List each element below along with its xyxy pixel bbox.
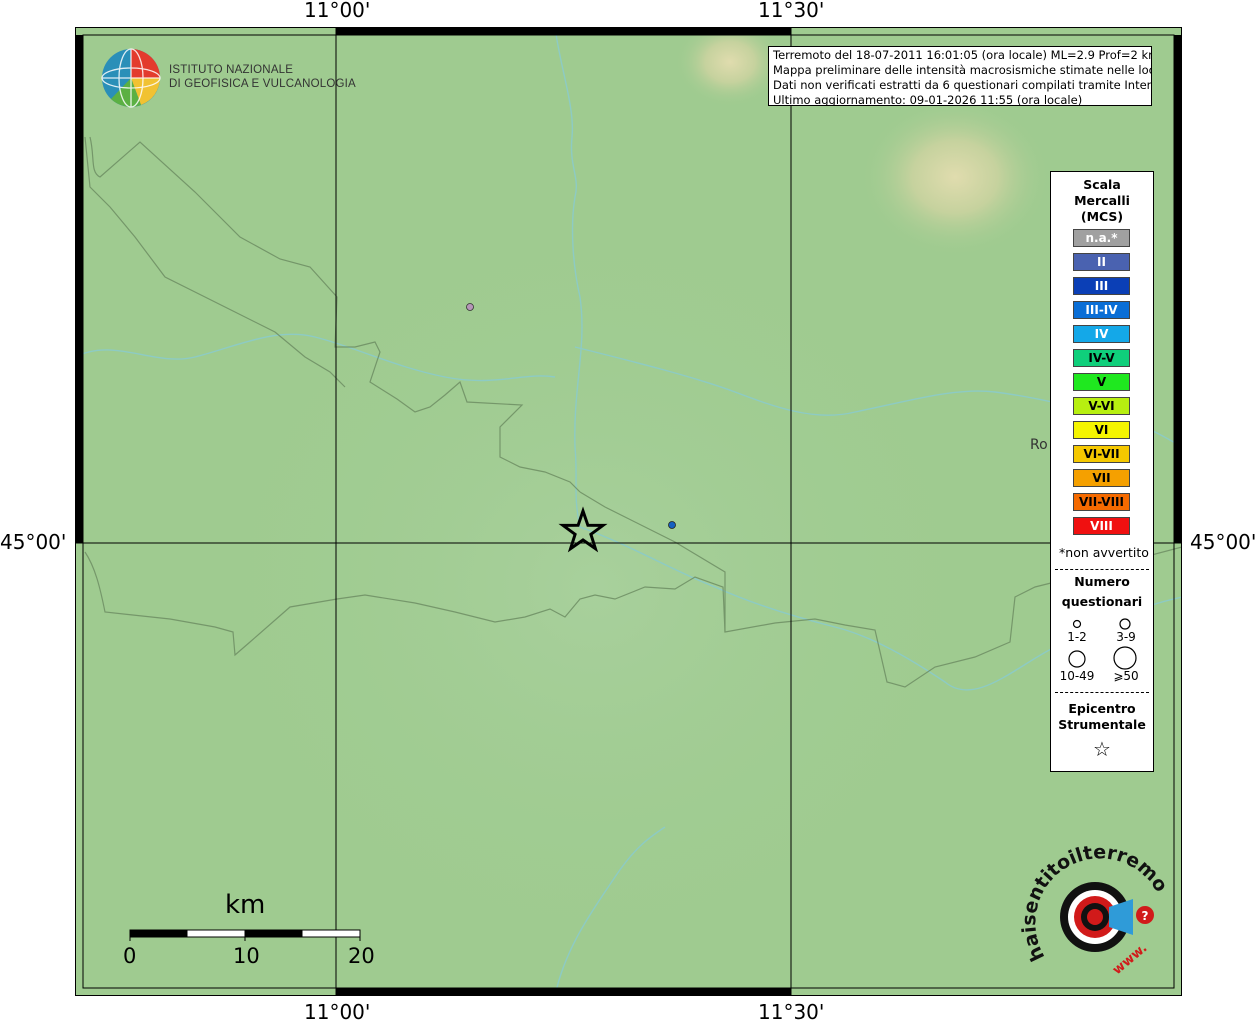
bottom-tick-label-1100: 11°00' [304, 1000, 371, 1024]
legend-title: Scala Mercalli (MCS) [1051, 177, 1153, 225]
event-info-line1: Terremoto del 18-07-2011 16:01:05 (ora l… [773, 48, 1152, 62]
frame-bar-bottom [336, 988, 791, 996]
legend-epicenter-title1: Epicentro [1068, 701, 1136, 716]
intensity-point-iii-iv[interactable] [668, 521, 676, 529]
event-info-line4: Ultimo aggiornamento: 09-01-2026 11:55 (… [773, 93, 1083, 106]
legend-swatch-iii-iv: III-IV [1073, 301, 1130, 319]
right-tick-label-4500: 45°00' [1190, 530, 1255, 554]
intensity-legend: Scala Mercalli (MCS) n.a.* II III III-IV IV I… [1050, 171, 1154, 772]
count-symbol-xlarge-icon [1113, 646, 1137, 670]
legend-count-label-50: ⩾50 [1113, 669, 1139, 683]
scale-bar-label-10: 10 [233, 944, 260, 968]
count-symbol-medium-icon [1119, 618, 1131, 630]
ingv-logo-line2: DI GEOFISICA E VULCANOLOGIA [169, 78, 356, 90]
legend-swatch-vii: VII [1073, 469, 1130, 487]
legend-epicenter-star-icon: ☆ [1093, 737, 1111, 761]
legend-separator-1 [1055, 569, 1149, 570]
bottom-tick-label-1130: 11°30' [758, 1000, 825, 1024]
legend-swatch-vii-viii: VII-VIII [1073, 493, 1130, 511]
frame-bar-right [1174, 35, 1182, 543]
scale-bar-label-0: 0 [123, 944, 137, 968]
scale-bar-label-20: 20 [348, 944, 375, 968]
legend-swatch-iv-v: IV-V [1073, 349, 1130, 367]
svg-text:?: ? [1142, 909, 1149, 923]
place-label: Ro [1030, 437, 1048, 453]
legend-count-title2: questionari [1061, 594, 1143, 609]
legend-swatch-v-vi: V-VI [1073, 397, 1130, 415]
ingv-logo-text: ISTITUTO NAZIONALE DI GEOFISICA E VULCAN… [169, 63, 356, 91]
legend-swatch-v: V [1073, 373, 1130, 391]
legend-not-felt-note: *non avvertito [1059, 545, 1149, 560]
legend-swatch-iv: IV [1073, 325, 1130, 343]
intensity-point-na[interactable] [466, 303, 474, 311]
count-symbol-large-icon [1068, 650, 1086, 668]
frame-bar-left [75, 35, 83, 543]
frame-bar-top [336, 27, 791, 35]
scale-bar-unit: km [225, 890, 266, 920]
event-info-box: Terremoto del 18-07-2011 16:01:05 (ora l… [768, 46, 1152, 106]
legend-epicenter-title2: Strumentale [1058, 717, 1146, 732]
legend-title-line2: Mercalli [1074, 193, 1130, 208]
count-symbol-small-icon [1072, 619, 1082, 629]
top-tick-label-1100: 11°00' [304, 0, 371, 22]
legend-title-line3: (MCS) [1080, 209, 1124, 224]
legend-count-title1: Numero [1074, 574, 1130, 589]
legend-title-line1: Scala [1083, 177, 1121, 192]
event-info-line3: Dati non verificati estratti da 6 questi… [773, 78, 1152, 92]
legend-count-symbols [1068, 618, 1137, 670]
top-tick-label-1130: 11°30' [758, 0, 825, 22]
ingv-globe-icon [101, 48, 161, 108]
legend-swatch-vi-vii: VI-VII [1073, 445, 1130, 463]
hill-northeast [860, 97, 1050, 257]
legend-swatch-n-a: n.a.* [1073, 229, 1130, 247]
legend-separator-2 [1055, 692, 1149, 693]
legend-swatch-iii: III [1073, 277, 1130, 295]
intensity-map[interactable]: ? haisentitoilterremoto.it www. [75, 27, 1182, 996]
event-info-line2: Mappa preliminare delle intensità macros… [773, 63, 1152, 77]
legend-swatch-viii: VIII [1073, 517, 1130, 535]
legend-count-label-3-9: 3-9 [1116, 630, 1136, 644]
legend-swatch-vi: VI [1073, 421, 1130, 439]
left-tick-label-4500: 45°00' [0, 530, 67, 554]
lowland-shading [175, 187, 1015, 987]
ingv-logo-line1: ISTITUTO NAZIONALE [169, 64, 294, 76]
legend-swatch-ii: II [1073, 253, 1130, 271]
